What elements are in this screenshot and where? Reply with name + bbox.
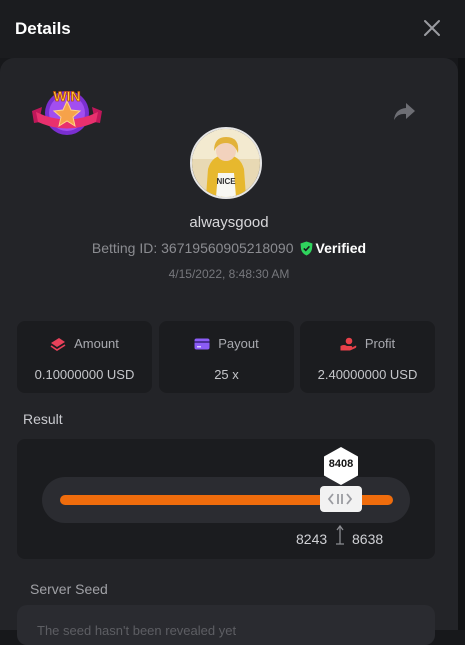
drag-handle-icon (327, 493, 353, 505)
money-icon (50, 338, 66, 351)
arrow-up-icon (336, 524, 344, 545)
avatar-shirt-text: NICE (216, 177, 236, 186)
details-title: Details (15, 19, 71, 38)
result-value: 8408 (328, 458, 354, 470)
server-seed-text: The seed hasn't been revealed yet (37, 623, 237, 638)
username: alwaysgood (189, 214, 269, 231)
close-icon[interactable] (422, 17, 442, 39)
range-low: 8243 (296, 531, 328, 547)
betting-id-line: Betting ID: 36719560905218090 Verified (0, 240, 458, 256)
profit-label: Profit (364, 336, 396, 351)
avatar: NICE (190, 127, 262, 199)
verified-shield-icon (300, 241, 313, 256)
result-box: 8408 8243 8638 (17, 439, 435, 559)
payout-label: Payout (218, 336, 259, 351)
betting-id-value: 36719560905218090 (161, 240, 294, 256)
payout-card: Payout 25 x (159, 321, 294, 393)
betting-id-label: Betting ID: (91, 240, 158, 256)
amount-label: Amount (74, 336, 119, 351)
share-icon[interactable] (392, 100, 416, 122)
slider-handle[interactable] (320, 486, 362, 512)
win-badge-icon: WIN (32, 88, 102, 135)
verified-label: Verified (315, 240, 367, 256)
details-header: Details (0, 0, 465, 58)
amount-value: 0.10000000 USD (34, 367, 135, 382)
wallet-icon (194, 338, 210, 350)
avatar-image: NICE (192, 129, 260, 197)
payout-value: 25 x (214, 367, 239, 382)
win-badge-text: WIN (53, 88, 80, 104)
server-seed-box: The seed hasn't been revealed yet (17, 605, 435, 645)
bet-date: 4/15/2022, 8:48:30 AM (168, 267, 290, 281)
profit-value: 2.40000000 USD (317, 367, 418, 382)
server-seed-label: Server Seed (30, 581, 108, 597)
profit-card: Profit 2.40000000 USD (300, 321, 435, 393)
amount-card: Amount 0.10000000 USD (17, 321, 152, 393)
background-overlay (458, 58, 465, 630)
result-label: Result (23, 411, 63, 427)
range-high: 8638 (352, 531, 384, 547)
hand-coin-icon (340, 337, 357, 351)
